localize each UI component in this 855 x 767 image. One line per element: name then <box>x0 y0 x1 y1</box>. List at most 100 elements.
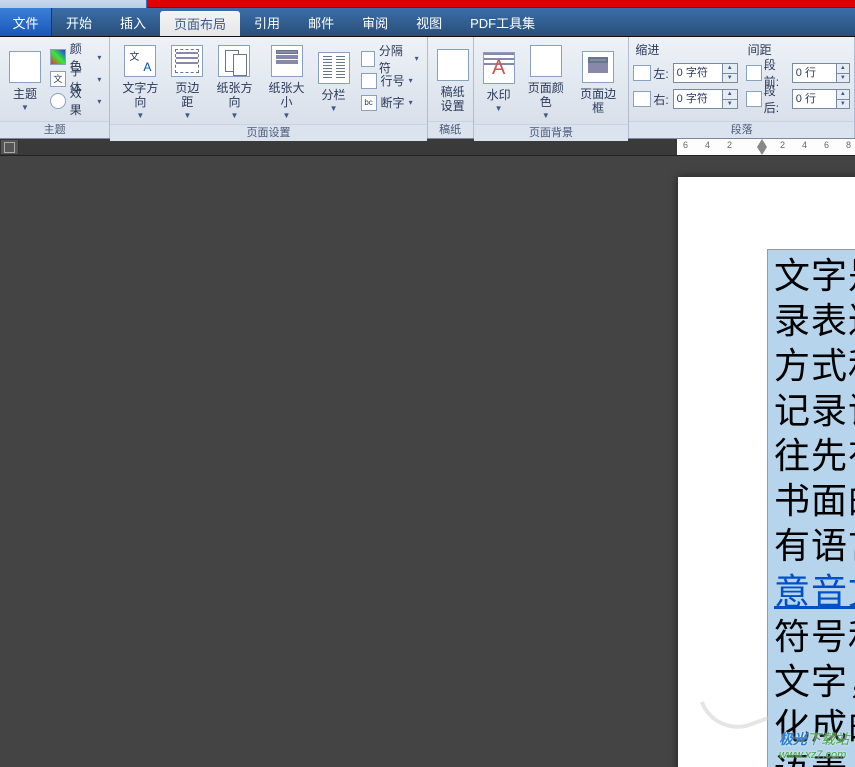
group-page-background-label: 页面背景 <box>474 124 629 141</box>
fonts-icon: 文 <box>50 71 66 87</box>
ruler-tick: 4 <box>705 140 710 150</box>
watermark-label: 水印 <box>487 88 511 102</box>
ruler-inactive <box>19 139 677 155</box>
group-theme: 主题 ▼ 颜色 ▾ 文 字体 ▾ 效果 ▾ <box>0 37 110 138</box>
draft-icon <box>437 49 469 81</box>
spacing-after-field[interactable]: 段后: 0 行 ▲▼ <box>746 87 850 111</box>
spacing-title: 间距 <box>746 41 850 60</box>
group-draft-label: 稿纸 <box>428 121 473 138</box>
indent-right-spinner[interactable]: ▲▼ <box>723 89 738 109</box>
tab-insert[interactable]: 插入 <box>106 8 160 36</box>
tab-view[interactable]: 视图 <box>402 8 456 36</box>
chevron-down-icon: ▾ <box>409 98 413 107</box>
spacing-before-value[interactable]: 0 行 <box>792 63 837 83</box>
chevron-down-icon: ▼ <box>495 104 503 113</box>
indent-right-value[interactable]: 0 字符 <box>673 89 723 109</box>
tab-review[interactable]: 审阅 <box>348 8 402 36</box>
chevron-down-icon: ▾ <box>415 54 419 63</box>
orientation-icon <box>218 45 250 77</box>
watermark-brand1: 极光 <box>779 731 807 747</box>
hyphenation-button[interactable]: bc 断字 ▾ <box>357 92 423 114</box>
watermark-icon <box>483 52 515 84</box>
text-direction-icon <box>124 45 156 77</box>
themes-button[interactable]: 主题 ▼ <box>4 45 46 114</box>
tab-selector[interactable] <box>0 139 19 155</box>
themes-label: 主题 <box>13 87 37 101</box>
tab-references[interactable]: 引用 <box>240 8 294 36</box>
tab-pdf-tools[interactable]: PDF工具集 <box>456 8 549 36</box>
document-page[interactable]: 文字是 录表达 方式和 记录语 往先有 书面的 有语言 意音文 符号和 文字， … <box>678 177 855 767</box>
orientation-label: 纸张方向 <box>212 81 256 109</box>
file-tab[interactable]: 文件 <box>0 8 52 36</box>
chevron-down-icon: ▾ <box>97 53 101 62</box>
line-numbers-button[interactable]: 行号 ▾ <box>357 70 423 92</box>
breaks-icon <box>361 51 375 67</box>
indent-left-value[interactable]: 0 字符 <box>673 63 723 83</box>
columns-button[interactable]: 分栏 ▼ <box>313 46 355 115</box>
indent-marker-bottom[interactable] <box>757 147 767 155</box>
group-page-setup-label: 页面设置 <box>110 124 426 141</box>
indent-right-icon <box>633 91 651 107</box>
group-paragraph: 缩进 左: 0 字符 ▲▼ 右: 0 字符 ▲▼ 间距 段前 <box>629 37 855 138</box>
watermark-button[interactable]: 水印 ▼ <box>478 46 520 115</box>
chevron-down-icon: ▾ <box>97 97 101 106</box>
page-color-button[interactable]: 页面颜色 ▼ <box>520 39 572 122</box>
draft-settings-button[interactable]: 稿纸 设置 <box>432 43 474 115</box>
spacing-before-field[interactable]: 段前: 0 行 ▲▼ <box>746 61 850 85</box>
page-color-label: 页面颜色 <box>524 81 568 109</box>
indent-left-label: 左: <box>653 65 668 82</box>
tab-mailings[interactable]: 邮件 <box>294 8 348 36</box>
spacing-after-label: 段后: <box>764 82 788 116</box>
columns-icon <box>318 52 350 84</box>
ruler-tick: 2 <box>780 140 785 150</box>
editor-area[interactable]: 文字是 录表达 方式和 记录语 往先有 书面的 有语言 意音文 符号和 文字， … <box>0 156 855 767</box>
spacing-after-value[interactable]: 0 行 <box>792 89 837 109</box>
qat-area <box>0 0 147 8</box>
page-color-icon <box>530 45 562 77</box>
orientation-button[interactable]: 纸张方向 ▼ <box>208 39 260 122</box>
tab-home[interactable]: 开始 <box>52 8 106 36</box>
ruler-tick: 6 <box>683 140 688 150</box>
page-size-button[interactable]: 纸张大小 ▼ <box>260 39 312 122</box>
ruler-tick: 6 <box>824 140 829 150</box>
ribbon: 主题 ▼ 颜色 ▾ 文 字体 ▾ 效果 ▾ <box>0 37 855 139</box>
indent-marker-top[interactable] <box>757 139 767 147</box>
theme-effects-button[interactable]: 效果 ▾ <box>46 90 105 112</box>
tab-page-layout[interactable]: 页面布局 <box>160 11 240 36</box>
page-size-label: 纸张大小 <box>264 81 308 109</box>
margins-icon <box>171 45 203 77</box>
chevron-down-icon: ▼ <box>330 104 338 113</box>
indent-right-field[interactable]: 右: 0 字符 ▲▼ <box>633 87 737 111</box>
margins-button[interactable]: 页边距 ▼ <box>166 39 208 122</box>
theme-effects-label: 效果 <box>70 84 94 118</box>
text-direction-button[interactable]: 文字方向 ▼ <box>114 39 166 122</box>
group-theme-label: 主题 <box>0 121 109 138</box>
effects-icon <box>50 93 66 109</box>
line-numbers-label: 行号 <box>381 72 405 89</box>
line-numbers-icon <box>361 73 377 89</box>
chevron-down-icon: ▼ <box>230 111 238 120</box>
title-bar-right <box>147 0 855 8</box>
chevron-down-icon: ▾ <box>409 76 413 85</box>
ruler-tick: 2 <box>727 140 732 150</box>
chevron-down-icon: ▼ <box>183 111 191 120</box>
tab-strip: 文件 开始 插入 页面布局 引用 邮件 审阅 视图 PDF工具集 <box>0 8 855 37</box>
horizontal-ruler[interactable]: 6 4 2 2 4 6 8 <box>677 139 855 155</box>
site-watermark: 极光下载站 www.xz7.com <box>779 729 849 761</box>
indent-left-icon <box>633 65 651 81</box>
spacing-after-spinner[interactable]: ▲▼ <box>837 89 850 109</box>
text-direction-label: 文字方向 <box>118 81 162 109</box>
spacing-before-spinner[interactable]: ▲▼ <box>837 63 850 83</box>
chevron-down-icon: ▼ <box>21 103 29 112</box>
document-text[interactable]: 文字是 录表达 方式和 记录语 往先有 书面的 有语言 意音文 符号和 文字， … <box>768 250 855 767</box>
page-border-button[interactable]: 页面边框 <box>572 45 624 117</box>
group-draft: 稿纸 设置 稿纸 <box>428 37 474 138</box>
breaks-button[interactable]: 分隔符 ▾ <box>357 48 423 70</box>
text-frame[interactable]: 文字是 录表达 方式和 记录语 往先有 书面的 有语言 意音文 符号和 文字， … <box>767 249 855 767</box>
indent-left-spinner[interactable]: ▲▼ <box>723 63 738 83</box>
hyphenation-icon: bc <box>361 95 377 111</box>
chevron-down-icon: ▼ <box>283 111 291 120</box>
columns-label: 分栏 <box>322 88 346 102</box>
group-paragraph-label: 段落 <box>629 121 854 138</box>
indent-left-field[interactable]: 左: 0 字符 ▲▼ <box>633 61 737 85</box>
